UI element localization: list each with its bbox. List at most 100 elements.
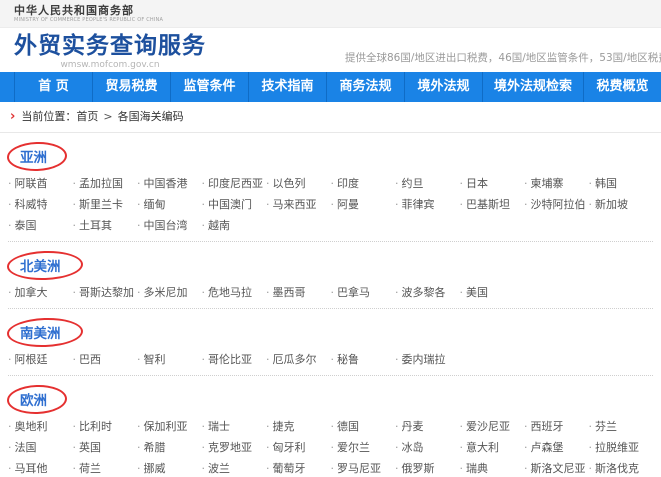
country-link[interactable]: 瑞士 bbox=[202, 420, 267, 433]
section-europe: 欧洲奥地利比利时保加利亚瑞士捷克德国丹麦爱沙尼亚西班牙芬兰法国英国希腊克罗地亚匈… bbox=[8, 376, 653, 477]
country-link[interactable]: 哥斯达黎加 bbox=[73, 286, 138, 299]
country-link[interactable]: 拉脱维亚 bbox=[589, 441, 654, 454]
breadcrumb-separator: > bbox=[103, 110, 112, 123]
country-link[interactable]: 波兰 bbox=[202, 462, 267, 475]
country-link[interactable]: 韩国 bbox=[589, 177, 654, 190]
country-link[interactable]: 爱尔兰 bbox=[331, 441, 396, 454]
country-link[interactable]: 科威特 bbox=[8, 198, 73, 211]
country-link[interactable]: 丹麦 bbox=[395, 420, 460, 433]
country-link[interactable]: 土耳其 bbox=[73, 219, 138, 232]
country-link[interactable]: 斯洛伐克 bbox=[589, 462, 654, 475]
country-link[interactable]: 缅甸 bbox=[137, 198, 202, 211]
nav-tab-home[interactable]: 首 页 bbox=[14, 72, 92, 102]
country-link[interactable]: 菲律宾 bbox=[395, 198, 460, 211]
country-link[interactable]: 法国 bbox=[8, 441, 73, 454]
country-link[interactable]: 挪威 bbox=[137, 462, 202, 475]
breadcrumb-current: 各国海关编码 bbox=[118, 110, 184, 123]
ministry-header: 中华人民共和国商务部 MINISTRY OF COMMERCE PEOPLE'S… bbox=[0, 0, 661, 28]
country-link[interactable]: 马耳他 bbox=[8, 462, 73, 475]
country-link[interactable]: 以色列 bbox=[266, 177, 331, 190]
country-grid-asia: 阿联酋孟加拉国中国香港印度尼西亚以色列印度约旦日本柬埔寨韩国科威特斯里兰卡缅甸中… bbox=[8, 177, 653, 232]
country-link[interactable]: 斯里兰卡 bbox=[73, 198, 138, 211]
nav-tab-trade-taxes[interactable]: 贸易税费 bbox=[92, 72, 170, 102]
breadcrumb: ›当前位置：首页>各国海关编码 bbox=[0, 102, 661, 133]
section-heading-europe: 欧洲 bbox=[20, 390, 47, 411]
country-link[interactable]: 阿联酋 bbox=[8, 177, 73, 190]
country-link[interactable]: 波多黎各 bbox=[395, 286, 460, 299]
nav-tab-technical-guides[interactable]: 技术指南 bbox=[248, 72, 326, 102]
country-link[interactable]: 泰国 bbox=[8, 219, 73, 232]
country-link[interactable]: 智利 bbox=[137, 353, 202, 366]
country-link[interactable]: 匈牙利 bbox=[266, 441, 331, 454]
country-sections: 亚洲阿联酋孟加拉国中国香港印度尼西亚以色列印度约旦日本柬埔寨韩国科威特斯里兰卡缅… bbox=[0, 133, 661, 477]
country-link[interactable]: 英国 bbox=[73, 441, 138, 454]
country-link[interactable]: 俄罗斯 bbox=[395, 462, 460, 475]
country-link[interactable]: 巴基斯坦 bbox=[460, 198, 525, 211]
country-link[interactable]: 中国澳门 bbox=[202, 198, 267, 211]
country-link[interactable]: 德国 bbox=[331, 420, 396, 433]
country-link[interactable]: 阿曼 bbox=[331, 198, 396, 211]
country-link[interactable]: 保加利亚 bbox=[137, 420, 202, 433]
annotation-circle-south-america bbox=[7, 317, 84, 349]
country-link[interactable]: 克罗地亚 bbox=[202, 441, 267, 454]
annotation-circle-asia bbox=[7, 141, 68, 172]
country-link[interactable]: 危地马拉 bbox=[202, 286, 267, 299]
site-logo[interactable]: 外贸实务查询服务 wmsw.mofcom.gov.cn bbox=[14, 33, 206, 70]
breadcrumb-home-link[interactable]: 首页 bbox=[76, 110, 98, 123]
country-link[interactable]: 巴拿马 bbox=[331, 286, 396, 299]
country-link[interactable]: 多米尼加 bbox=[137, 286, 202, 299]
country-link[interactable]: 马来西亚 bbox=[266, 198, 331, 211]
site-domain: wmsw.mofcom.gov.cn bbox=[14, 60, 206, 70]
ministry-name-en: MINISTRY OF COMMERCE PEOPLE'S REPUBLIC O… bbox=[14, 17, 661, 24]
country-link[interactable]: 西班牙 bbox=[524, 420, 589, 433]
country-link[interactable]: 瑞典 bbox=[460, 462, 525, 475]
country-link[interactable]: 印度 bbox=[331, 177, 396, 190]
country-link[interactable]: 美国 bbox=[460, 286, 525, 299]
country-link[interactable]: 奥地利 bbox=[8, 420, 73, 433]
country-link[interactable]: 厄瓜多尔 bbox=[266, 353, 331, 366]
country-link[interactable]: 冰岛 bbox=[395, 441, 460, 454]
country-link[interactable]: 柬埔寨 bbox=[524, 177, 589, 190]
nav-tab-overseas-laws[interactable]: 境外法规 bbox=[404, 72, 482, 102]
country-link[interactable]: 哥伦比亚 bbox=[202, 353, 267, 366]
country-link[interactable]: 日本 bbox=[460, 177, 525, 190]
country-link[interactable]: 希腊 bbox=[137, 441, 202, 454]
country-link[interactable]: 约旦 bbox=[395, 177, 460, 190]
country-grid-europe: 奥地利比利时保加利亚瑞士捷克德国丹麦爱沙尼亚西班牙芬兰法国英国希腊克罗地亚匈牙利… bbox=[8, 420, 653, 475]
country-link[interactable]: 捷克 bbox=[266, 420, 331, 433]
country-link[interactable]: 墨西哥 bbox=[266, 286, 331, 299]
country-link[interactable]: 委内瑞拉 bbox=[395, 353, 460, 366]
country-link[interactable]: 加拿大 bbox=[8, 286, 73, 299]
masthead: 外贸实务查询服务 wmsw.mofcom.gov.cn 提供全球86国/地区进出… bbox=[0, 28, 661, 72]
country-link[interactable]: 孟加拉国 bbox=[73, 177, 138, 190]
country-link[interactable]: 巴西 bbox=[73, 353, 138, 366]
section-heading-asia: 亚洲 bbox=[20, 147, 47, 168]
country-grid-south-america: 阿根廷巴西智利哥伦比亚厄瓜多尔秘鲁委内瑞拉 bbox=[8, 353, 653, 366]
section-heading-south-america: 南美洲 bbox=[20, 323, 61, 344]
country-link[interactable]: 罗马尼亚 bbox=[331, 462, 396, 475]
section-heading-north-america: 北美洲 bbox=[20, 256, 61, 277]
nav-tab-regulatory-conditions[interactable]: 监管条件 bbox=[170, 72, 248, 102]
nav-tab-commerce-laws[interactable]: 商务法规 bbox=[326, 72, 404, 102]
country-link[interactable]: 意大利 bbox=[460, 441, 525, 454]
page: 中华人民共和国商务部 MINISTRY OF COMMERCE PEOPLE'S… bbox=[0, 0, 661, 477]
country-link[interactable]: 印度尼西亚 bbox=[202, 177, 267, 190]
country-link[interactable]: 阿根廷 bbox=[8, 353, 73, 366]
site-tagline: 提供全球86国/地区进出口税费，46国/地区监管条件，53国/地区税费计算 bbox=[345, 50, 661, 65]
country-link[interactable]: 秘鲁 bbox=[331, 353, 396, 366]
country-link[interactable]: 葡萄牙 bbox=[266, 462, 331, 475]
country-link[interactable]: 沙特阿拉伯 bbox=[524, 198, 589, 211]
country-link[interactable]: 斯洛文尼亚 bbox=[524, 462, 589, 475]
country-link[interactable]: 爱沙尼亚 bbox=[460, 420, 525, 433]
country-link[interactable]: 芬兰 bbox=[589, 420, 654, 433]
country-link[interactable]: 新加坡 bbox=[589, 198, 654, 211]
country-link[interactable]: 中国香港 bbox=[137, 177, 202, 190]
country-link[interactable]: 越南 bbox=[202, 219, 267, 232]
nav-tab-tax-overview[interactable]: 税费概览 bbox=[583, 72, 661, 102]
nav-tab-overseas-law-search[interactable]: 境外法规检索 bbox=[482, 72, 583, 102]
country-link[interactable]: 卢森堡 bbox=[524, 441, 589, 454]
country-link[interactable]: 比利时 bbox=[73, 420, 138, 433]
country-link[interactable]: 中国台湾 bbox=[137, 219, 202, 232]
country-link[interactable]: 荷兰 bbox=[73, 462, 138, 475]
section-south-america: 南美洲阿根廷巴西智利哥伦比亚厄瓜多尔秘鲁委内瑞拉 bbox=[8, 309, 653, 376]
